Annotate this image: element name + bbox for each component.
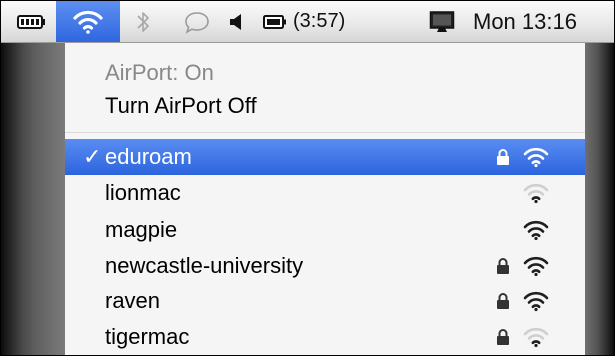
- lock-icon: [495, 292, 511, 315]
- turn-airport-off-item[interactable]: Turn AirPort Off: [65, 88, 585, 124]
- wifi-signal-icon: [523, 290, 549, 317]
- speech-icon[interactable]: [183, 1, 211, 42]
- background-window-left: [1, 43, 65, 355]
- network-item-magpie[interactable]: magpie: [65, 212, 585, 248]
- wifi-signal-icon: [523, 146, 549, 173]
- network-name: eduroam: [105, 144, 192, 169]
- wifi-signal-icon: [523, 219, 549, 246]
- bluetooth-icon[interactable]: [135, 1, 151, 42]
- network-name: newcastle-university: [105, 253, 304, 278]
- battery-icon[interactable]: [15, 1, 49, 42]
- network-item-raven[interactable]: raven: [65, 283, 585, 319]
- menu-separator: [65, 132, 585, 133]
- network-item-tigermac[interactable]: tigermac: [65, 319, 585, 355]
- lock-icon: [495, 328, 511, 351]
- network-item-lionmac[interactable]: lionmac: [65, 175, 585, 211]
- wifi-signal-icon: [523, 255, 549, 282]
- network-name: raven: [105, 288, 161, 313]
- network-name: lionmac: [105, 180, 181, 205]
- network-name: tigermac: [105, 324, 190, 349]
- checkmark-icon: ✓: [83, 144, 102, 169]
- volume-icon[interactable]: [224, 1, 248, 42]
- battery-status-icon: [263, 14, 286, 29]
- wifi-signal-icon: [523, 326, 549, 353]
- battery-status[interactable]: (3:57): [263, 1, 403, 42]
- network-item-eduroam[interactable]: ✓ eduroam: [65, 139, 585, 175]
- display-icon[interactable]: [427, 1, 457, 42]
- background-window-right: [585, 43, 614, 355]
- menubar-clock[interactable]: Mon 13:16: [473, 1, 614, 42]
- lock-icon: [495, 257, 511, 280]
- airport-status: AirPort: On: [65, 55, 585, 91]
- screen-frame: (3:57) Mon 13:16 AirPort: On Turn AirPor…: [0, 0, 615, 356]
- network-name: magpie: [105, 217, 178, 242]
- lock-icon: [495, 148, 511, 171]
- wifi-signal-icon: [523, 182, 549, 209]
- wifi-menu-button[interactable]: [56, 1, 120, 42]
- battery-time: (3:57): [293, 10, 346, 32]
- network-item-newcastle-university[interactable]: newcastle-university: [65, 248, 585, 284]
- airport-menu: AirPort: On Turn AirPort Off ✓ eduroam lio…: [65, 43, 585, 355]
- wifi-icon: [73, 10, 103, 34]
- menu-bar: (3:57) Mon 13:16: [1, 1, 614, 43]
- airport-status-label: AirPort: On: [105, 60, 214, 85]
- turn-airport-off-label: Turn AirPort Off: [105, 93, 257, 118]
